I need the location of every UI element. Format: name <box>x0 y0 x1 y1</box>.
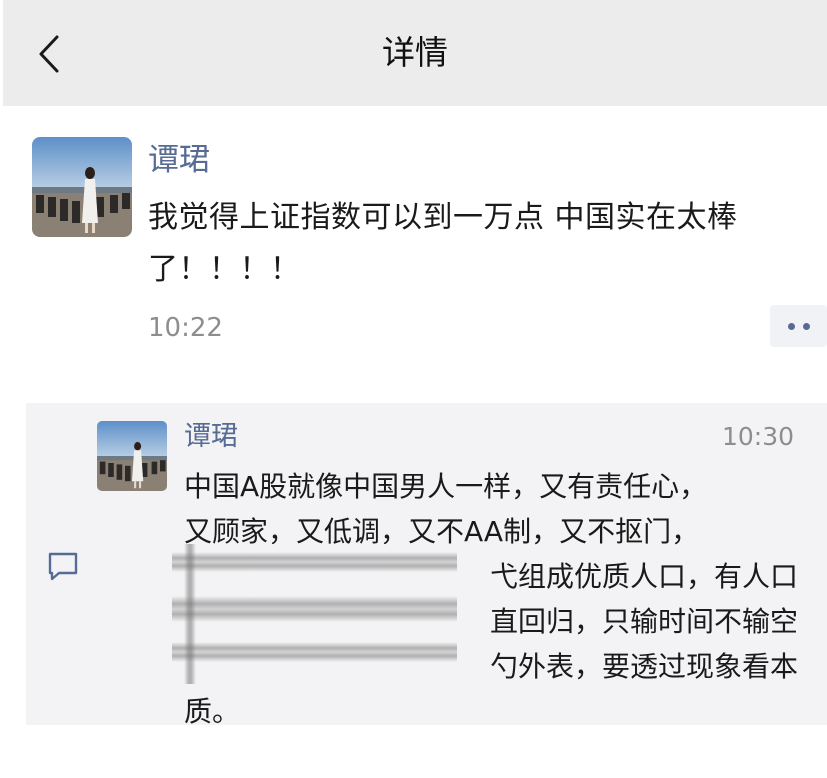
avatar-image <box>97 421 167 491</box>
comment-bubble-icon <box>46 549 80 583</box>
more-dots-icon-dot <box>802 322 810 330</box>
avatar-image <box>32 137 132 237</box>
post-timestamp: 10:22 <box>148 313 223 343</box>
comment-line: 中国A股就像中国男人一样，又有责任心， <box>184 470 708 503</box>
comment-line: 勺外表，要透过现象看本 <box>489 650 798 683</box>
nav-header: 详情 <box>3 0 827 106</box>
post-text: 我觉得上证指数可以到一万点 中国实在太棒了！！！！ <box>148 200 738 287</box>
page-title: 详情 <box>382 33 448 72</box>
comment-avatar[interactable] <box>97 421 167 491</box>
post-avatar[interactable] <box>32 137 132 237</box>
comment-line: 又顾家，又低调，又不AA制，又不抠门， <box>184 515 700 548</box>
more-dots-icon <box>787 322 795 330</box>
comment-author-name[interactable]: 谭珺 <box>184 418 238 456</box>
more-actions-button[interactable] <box>770 305 827 347</box>
comment-line: 质。 <box>184 695 241 728</box>
moments-detail-page: 详情 谭珺 我觉得上证指数可以到一万点 中国实在太棒了！！！！ 10:22 谭珺… <box>0 0 827 778</box>
post-author-name[interactable]: 谭珺 <box>148 138 210 182</box>
comment-text: 中国A股就像中国男人一样，又有责任心， 又顾家，又低调，又不AA制，又不抠门， … <box>184 464 804 734</box>
comment-timestamp: 10:30 <box>721 422 794 451</box>
comment-line: 弋组成优质人口，有人口 <box>489 560 798 593</box>
comment-line: 直回归，只输时间不输空 <box>489 605 798 638</box>
